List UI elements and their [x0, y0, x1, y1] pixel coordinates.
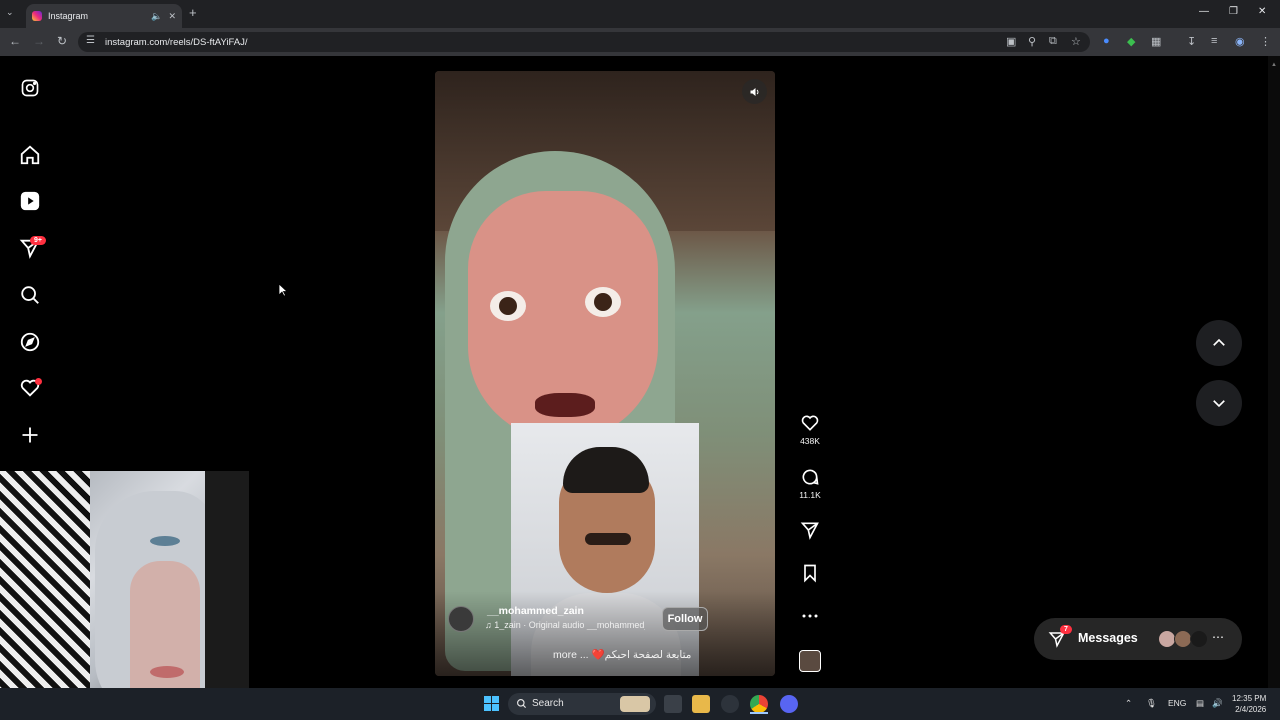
instagram-favicon: [32, 11, 42, 21]
tab-search-icon[interactable]: ⌄: [6, 7, 14, 18]
overlay-photo-window: [0, 471, 249, 720]
original-audio-thumbnail[interactable]: [799, 650, 821, 672]
extension-blue-icon[interactable]: ●: [1103, 35, 1110, 47]
next-reel-button[interactable]: [1196, 380, 1242, 426]
notifications-dot: [35, 378, 42, 385]
messages-more-icon[interactable]: ⋯: [1212, 630, 1224, 644]
explore-compass-icon[interactable]: [18, 330, 42, 354]
instagram-logo-icon[interactable]: [18, 76, 42, 100]
keffiyeh-pattern: [0, 471, 90, 720]
comment-count: 11.1K: [799, 490, 821, 500]
windows-start-icon[interactable]: [484, 696, 500, 712]
author-username[interactable]: __mohammed_zain: [487, 605, 584, 617]
pip-hair: [563, 447, 649, 493]
shield-extension-icon[interactable]: ◆: [1127, 35, 1135, 48]
like-count: 438K: [800, 436, 820, 446]
reel-caption[interactable]: more ... ❤️‏ متابعة لصفحة احبكم: [553, 648, 694, 661]
comment-bubble-icon[interactable]: [800, 467, 820, 487]
language-indicator[interactable]: ENG: [1168, 698, 1186, 708]
photo-eye: [150, 536, 180, 546]
messages-label: Messages: [1078, 631, 1138, 645]
tab-title: Instagram: [48, 11, 89, 21]
media-control-icon[interactable]: ≡: [1211, 35, 1217, 47]
browser-menu-icon[interactable]: ⋮: [1260, 35, 1271, 48]
share-action[interactable]: [796, 520, 824, 540]
like-action[interactable]: 438K: [796, 413, 824, 446]
clock-date: 2/4/2026: [1235, 705, 1267, 714]
new-tab-icon[interactable]: +: [189, 5, 197, 20]
profile-avatar-icon[interactable]: ◉: [1235, 35, 1245, 48]
install-app-icon[interactable]: ⧉: [1049, 35, 1057, 48]
home-icon[interactable]: [18, 143, 42, 167]
reel-eye-left: [490, 291, 526, 321]
url-text[interactable]: instagram.com/reels/DS-ftAYiFAJ/: [105, 37, 248, 48]
scroll-up-arrow-icon[interactable]: ▲: [1271, 62, 1277, 68]
back-icon[interactable]: ←: [9, 34, 21, 48]
clock-time: 12:35 PM: [1232, 694, 1267, 703]
taskbar-search-icon: [517, 699, 527, 709]
more-options-action[interactable]: [796, 609, 824, 623]
reel-audio-info[interactable]: ♫ 1_zain · Original audio __mohammed_zai…: [485, 620, 645, 630]
extensions-puzzle-icon[interactable]: ▦: [1151, 35, 1161, 48]
share-send-icon[interactable]: [800, 520, 820, 540]
reel-video[interactable]: [435, 71, 775, 676]
browser-tab[interactable]: Instagram 🔈 ✕: [26, 4, 182, 28]
minimize-icon[interactable]: —: [1199, 6, 1209, 17]
zoom-icon[interactable]: ⚲: [1028, 35, 1036, 48]
microphone-icon[interactable]: 🎙: [1146, 698, 1157, 709]
downloads-icon[interactable]: ↧: [1187, 35, 1196, 48]
taskbar-search[interactable]: Search: [508, 693, 656, 715]
app-icon-circle[interactable]: [721, 695, 739, 713]
chrome-icon[interactable]: [750, 695, 768, 713]
reel-mouth: [535, 393, 595, 417]
messages-notification-badge: 9+: [30, 236, 46, 245]
like-heart-icon[interactable]: [800, 413, 820, 433]
taskbar-search-label: Search: [532, 698, 564, 709]
follow-button[interactable]: Follow: [662, 607, 708, 631]
restore-icon[interactable]: ❐: [1229, 6, 1238, 17]
bookmark-icon[interactable]: [800, 563, 820, 583]
file-explorer-icon[interactable]: [692, 695, 710, 713]
discord-icon[interactable]: [780, 695, 798, 713]
messages-bar[interactable]: 7 Messages ⋯: [1034, 618, 1242, 660]
save-action[interactable]: [796, 563, 824, 583]
window-close-icon[interactable]: ✕: [1258, 6, 1266, 17]
page-scrollbar[interactable]: [1268, 56, 1280, 688]
chrome-active-indicator: [750, 712, 768, 714]
reel-bottom-shade: [435, 591, 775, 676]
translate-icon[interactable]: ▣: [1006, 35, 1016, 48]
tab-audio-icon[interactable]: 🔈: [151, 11, 162, 22]
bookmark-star-icon[interactable]: ☆: [1071, 35, 1081, 48]
reels-icon[interactable]: [18, 189, 42, 213]
audio-text: 1_zain · Original audio __mohammed_zain: [494, 620, 645, 630]
reel-eye-right: [585, 287, 621, 317]
chevron-up-icon: [1213, 338, 1225, 346]
author-avatar[interactable]: [448, 606, 474, 632]
task-view-icon[interactable]: [664, 695, 682, 713]
comment-action[interactable]: 11.1K: [796, 467, 824, 500]
tab-close-icon[interactable]: ✕: [168, 11, 176, 22]
search-icon[interactable]: [18, 283, 42, 307]
mouse-cursor-icon: [278, 283, 289, 302]
site-info-icon[interactable]: ☰: [86, 35, 95, 46]
photo-dark-edge: [205, 471, 249, 720]
sound-toggle-icon[interactable]: [742, 79, 767, 104]
forward-icon[interactable]: →: [33, 34, 45, 48]
photo-lips: [150, 666, 184, 678]
taskbar-clock[interactable]: 12:35 PM 2/4/2026: [1232, 693, 1266, 715]
message-avatar-3: [1190, 630, 1208, 648]
network-icon[interactable]: ▤: [1196, 698, 1204, 709]
previous-reel-button[interactable]: [1196, 320, 1242, 366]
volume-icon[interactable]: 🔊: [1212, 698, 1223, 709]
reload-icon[interactable]: ↻: [57, 34, 67, 48]
chevron-down-icon: [1213, 400, 1225, 408]
tray-overflow-icon[interactable]: ⌃: [1125, 698, 1132, 709]
messages-badge: 7: [1060, 625, 1072, 634]
more-dots-icon[interactable]: [801, 609, 819, 623]
pip-mustache: [585, 533, 631, 545]
create-plus-icon[interactable]: [18, 423, 42, 447]
search-highlight-image: [620, 696, 650, 712]
